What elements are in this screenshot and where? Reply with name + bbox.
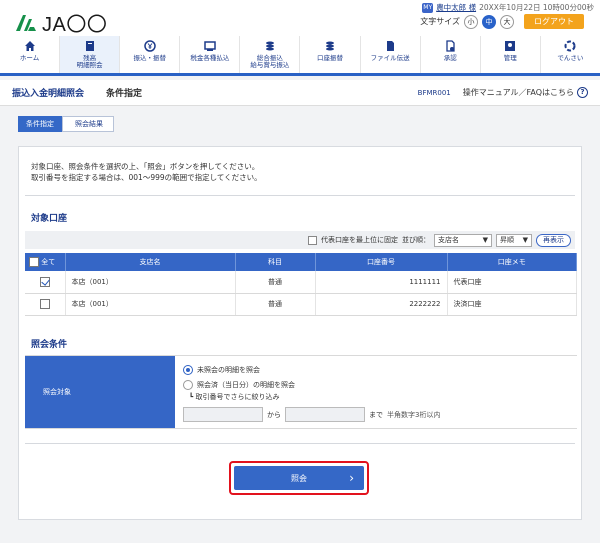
input-note: 半角数字3桁以内 bbox=[387, 410, 441, 419]
memo-cell: 決済口座 bbox=[447, 293, 577, 316]
font-size-medium-button[interactable]: 中 bbox=[482, 14, 496, 29]
radio-button[interactable] bbox=[183, 379, 193, 390]
tax-icon bbox=[204, 41, 216, 51]
conditions-label: 照会対象 bbox=[25, 356, 175, 428]
branch-cell: 本店（001） bbox=[65, 293, 236, 316]
nav-bulk-transfer[interactable]: 総合振込 給与賞与振込 bbox=[240, 36, 301, 73]
font-size-small-button[interactable]: 小 bbox=[464, 14, 478, 29]
account-toolbar: 代表口座を最上位に固定 並び順： 支店名 ▼ 昇順 ▼ 再表示 bbox=[25, 231, 575, 249]
conditions-grid: 照会対象 未照会の明細を照会 照会済（当日分）の明細を照会 ┗ 取引番号でさらに… bbox=[25, 355, 577, 429]
redisplay-button[interactable]: 再表示 bbox=[536, 233, 571, 247]
nav-transfer[interactable]: 振込・振替 bbox=[120, 36, 181, 73]
login-datetime: 20XX年10月22日 10時00分00秒 bbox=[479, 3, 594, 12]
inquiry-button[interactable]: 照会 › bbox=[234, 466, 364, 490]
submit-highlight: 照会 › bbox=[229, 461, 369, 495]
chevron-right-icon: › bbox=[349, 471, 354, 485]
global-nav: ホーム 残高 明細照会 振込・振替 税金各種払込 総合振込 給与賞与振込 口座振… bbox=[0, 36, 600, 76]
help-icon: ? bbox=[577, 87, 588, 98]
select-all-header[interactable]: 全て bbox=[25, 253, 66, 271]
nav-balance[interactable]: 残高 明細照会 bbox=[60, 36, 121, 73]
subject-cell: 普通 bbox=[235, 293, 316, 316]
ja-logo-icon bbox=[14, 13, 38, 33]
chevron-down-icon: ▼ bbox=[482, 236, 488, 244]
rep-top-checkbox[interactable] bbox=[308, 235, 317, 245]
step-indicator: 条件指定 照会結果 bbox=[18, 116, 600, 132]
header-branch: 支店名 bbox=[65, 253, 236, 271]
table-row[interactable]: 本店（001） 普通 2222222 決済口座 bbox=[25, 293, 577, 316]
font-size-large-button[interactable]: 大 bbox=[500, 14, 514, 29]
bulk-transfer-icon bbox=[265, 41, 274, 51]
screen-id: BFMR001 bbox=[417, 88, 451, 97]
passbook-icon bbox=[85, 41, 94, 51]
sort-key-select[interactable]: 支店名 ▼ bbox=[434, 233, 492, 247]
conditions-section-title: 照会条件 bbox=[31, 340, 68, 350]
branch-cell: 本店（001） bbox=[65, 271, 236, 294]
memo-cell: 代表口座 bbox=[447, 271, 577, 294]
radio-button[interactable] bbox=[183, 364, 193, 375]
home-icon bbox=[24, 41, 35, 51]
corner-arrow-icon: ┗ bbox=[189, 393, 194, 401]
conditions-body: 未照会の明細を照会 照会済（当日分）の明細を照会 ┗ 取引番号でさらに絞り込み … bbox=[175, 356, 577, 428]
accounts-section-title: 対象口座 bbox=[31, 214, 68, 224]
yen-transfer-icon bbox=[143, 40, 156, 52]
nav-home[interactable]: ホーム bbox=[0, 36, 61, 73]
sort-order-select[interactable]: 昇順 ▼ bbox=[496, 233, 532, 247]
divider bbox=[25, 443, 575, 444]
transaction-from-input[interactable] bbox=[183, 407, 263, 422]
manual-link[interactable]: 操作マニュアル／FAQはこちら ? bbox=[463, 87, 588, 98]
radio-viewed[interactable]: 照会済（当日分）の明細を照会 bbox=[183, 377, 569, 392]
account-number-cell: 1111111 bbox=[315, 271, 448, 294]
logo[interactable]: JA〇〇 bbox=[14, 8, 107, 37]
page-titlebar: 振込入金明細照会 条件指定 BFMR001 操作マニュアル／FAQはこちら ? bbox=[0, 80, 600, 106]
narrow-label: ┗ 取引番号でさらに絞り込み bbox=[189, 393, 280, 401]
nav-approval[interactable]: 承認 bbox=[421, 36, 481, 73]
chevron-down-icon: ▼ bbox=[522, 236, 528, 244]
select-all-checkbox[interactable] bbox=[29, 257, 39, 267]
table-header-row: 全て 支店名 科目 口座番号 口座メモ bbox=[25, 253, 577, 271]
header: JA〇〇 MY 農中太郎 様 20XX年10月22日 10時00分00秒 文字サ… bbox=[0, 0, 600, 36]
header-account-memo: 口座メモ bbox=[447, 253, 577, 271]
nav-file-transfer[interactable]: ファイル伝送 bbox=[361, 36, 421, 73]
logout-button[interactable]: ログアウト bbox=[524, 14, 584, 29]
header-subject: 科目 bbox=[235, 253, 316, 271]
transaction-range: から まで 半角数字3桁以内 bbox=[183, 407, 569, 422]
radio-unviewed[interactable]: 未照会の明細を照会 bbox=[183, 362, 569, 377]
account-table: 全て 支店名 科目 口座番号 口座メモ 本店（001） 普通 1111111 代… bbox=[25, 253, 577, 316]
densai-icon bbox=[564, 40, 576, 52]
account-number-cell: 2222222 bbox=[315, 293, 448, 316]
nav-account-transfer[interactable]: 口座振替 bbox=[300, 36, 361, 73]
transaction-to-input[interactable] bbox=[285, 407, 365, 422]
row-checkbox[interactable] bbox=[39, 276, 50, 287]
file-transfer-icon bbox=[387, 41, 395, 51]
row-checkbox[interactable] bbox=[39, 299, 50, 309]
divider bbox=[25, 195, 575, 196]
user-info: MY 農中太郎 様 20XX年10月22日 10時00分00秒 bbox=[422, 2, 594, 13]
approval-icon bbox=[446, 40, 455, 52]
main-panel: 対象口座、照会条件を選択の上、「照会」ボタンを押してください。 取引番号を指定す… bbox=[18, 146, 582, 520]
step-condition: 条件指定 bbox=[18, 116, 68, 132]
user-name-link[interactable]: 農中太郎 様 bbox=[436, 2, 476, 13]
sort-label: 並び順： bbox=[402, 236, 430, 244]
nav-tax[interactable]: 税金各種払込 bbox=[180, 36, 241, 73]
user-icon: MY bbox=[422, 2, 434, 13]
page-subtitle: 条件指定 bbox=[106, 89, 143, 99]
nav-admin[interactable]: 管理 bbox=[481, 36, 541, 73]
logo-text: JA〇〇 bbox=[42, 14, 108, 36]
table-row[interactable]: 本店（001） 普通 1111111 代表口座 bbox=[25, 271, 577, 294]
instructions: 対象口座、照会条件を選択の上、「照会」ボタンを押してください。 取引番号を指定す… bbox=[31, 162, 262, 182]
font-size-label: 文字サイズ bbox=[420, 17, 460, 26]
subject-cell: 普通 bbox=[235, 271, 316, 294]
account-transfer-icon bbox=[326, 41, 335, 51]
page-title: 振込入金明細照会 bbox=[12, 89, 85, 99]
rep-top-label: 代表口座を最上位に固定 bbox=[321, 236, 398, 244]
header-account-number: 口座番号 bbox=[315, 253, 448, 271]
step-result: 照会結果 bbox=[62, 116, 114, 132]
nav-densai[interactable]: でんさい bbox=[541, 36, 600, 73]
admin-icon bbox=[505, 41, 516, 51]
font-size-control: 文字サイズ 小 中 大 ログアウト bbox=[420, 14, 584, 29]
